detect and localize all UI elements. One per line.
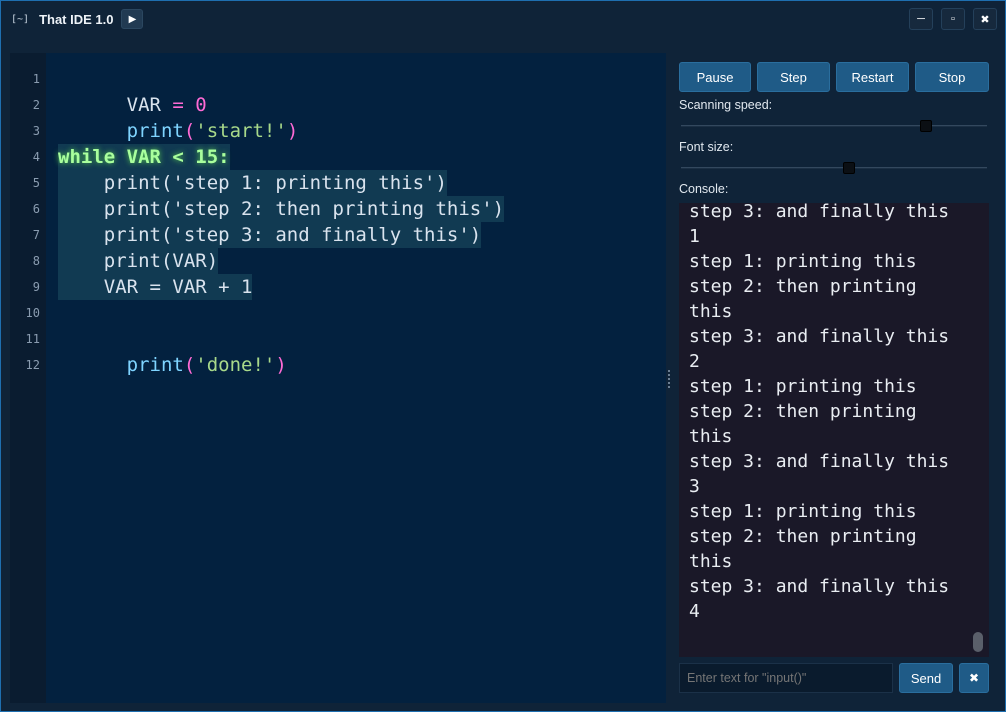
code-line-7: print('step 3: and finally this') xyxy=(58,222,482,248)
console-line: 1 xyxy=(689,226,700,247)
close-button[interactable]: ✖ xyxy=(973,8,997,30)
console-output[interactable]: step 3: and finally this 1 step 1: printin… xyxy=(679,203,989,657)
font-size-label: Font size: xyxy=(679,140,734,154)
play-icon: ▶ xyxy=(128,13,137,25)
step-button[interactable]: Step xyxy=(757,62,830,92)
font-size-slider[interactable] xyxy=(681,167,987,169)
line-number: 3 xyxy=(32,124,40,138)
stdin-input[interactable] xyxy=(679,663,893,693)
console-line: step 3: and finally this xyxy=(689,203,950,222)
code-line-5: print('step 1: printing this') xyxy=(58,170,447,196)
code-line-8: print(VAR) xyxy=(58,248,219,274)
line-number: 6 xyxy=(32,202,40,216)
line-number: 12 xyxy=(25,358,40,372)
code-line-6: print('step 2: then printing this') xyxy=(58,196,505,222)
console-line: this xyxy=(689,426,733,447)
restart-button[interactable]: Restart xyxy=(836,62,909,92)
maximize-button[interactable]: ▫ xyxy=(941,8,965,30)
scanning-speed-thumb[interactable] xyxy=(919,120,932,132)
line-number: 7 xyxy=(32,228,40,242)
console-line: 3 xyxy=(689,476,700,497)
console-scrollbar[interactable] xyxy=(973,632,983,652)
app-title: That IDE 1.0 xyxy=(39,11,114,27)
window-controls: ─ ▫ ✖ xyxy=(909,8,997,30)
console-label: Console: xyxy=(679,182,729,196)
console-line: step 3: and finally this xyxy=(689,576,950,597)
clear-input-button[interactable]: ✖ xyxy=(959,663,989,693)
code-token: ( xyxy=(183,354,196,376)
ide-window: [~] That IDE 1.0 ▶ ─ ▫ ✖ 1 2 3 4 5 6 7 8… xyxy=(0,0,1006,712)
console-lines: step 3: and finally this 1 step 1: printin… xyxy=(689,203,969,624)
code-line-9: VAR = VAR + 1 xyxy=(58,274,253,300)
console-line: step 1: printing this xyxy=(689,501,917,522)
font-size-thumb[interactable] xyxy=(843,162,856,174)
console-line: 2 xyxy=(689,351,700,372)
execution-controls: Pause Step Restart Stop xyxy=(679,62,989,92)
line-number: 1 xyxy=(32,72,40,86)
minimize-icon: ─ xyxy=(917,13,925,25)
line-number: 8 xyxy=(32,254,40,268)
console-line: step 2: then printing xyxy=(689,526,917,547)
run-button[interactable]: ▶ xyxy=(121,9,144,29)
code-token: print xyxy=(126,120,184,142)
console-line: step 2: then printing xyxy=(689,276,917,297)
line-number: 11 xyxy=(25,332,40,346)
stop-button[interactable]: Stop xyxy=(915,62,989,92)
code-token: ( xyxy=(183,120,196,142)
code-token: print xyxy=(126,354,184,376)
code-line-4-active: while VAR < 15: xyxy=(58,144,230,170)
console-line: this xyxy=(689,551,733,572)
close-icon: ✖ xyxy=(968,671,980,685)
panel-splitter-handle[interactable] xyxy=(668,370,670,388)
code-line-2: print('start!') xyxy=(58,92,299,142)
line-number: 10 xyxy=(25,306,40,320)
line-number: 2 xyxy=(32,98,40,112)
minimize-button[interactable]: ─ xyxy=(909,8,933,30)
line-number: 4 xyxy=(32,150,40,164)
code-string: 'done!' xyxy=(195,354,276,376)
code-line-1: VAR = 0 xyxy=(58,66,207,116)
control-panel: Pause Step Restart Stop xyxy=(679,62,989,92)
title-bar: [~] That IDE 1.0 ▶ ─ ▫ ✖ xyxy=(1,1,1005,37)
code-line-11: print('done!') xyxy=(58,326,287,376)
console-line: this xyxy=(689,301,733,322)
console-line: step 2: then printing xyxy=(689,401,917,422)
console-line: step 1: printing this xyxy=(689,251,917,272)
code-string: 'start!' xyxy=(195,120,287,142)
code-token: ) xyxy=(286,120,299,142)
scanning-speed-slider[interactable] xyxy=(681,125,987,127)
console-line: step 1: printing this xyxy=(689,376,917,397)
close-icon: ✖ xyxy=(980,13,990,26)
maximize-icon: ▫ xyxy=(951,13,955,25)
input-row: Send ✖ xyxy=(679,663,989,693)
code-editor[interactable]: 1 2 3 4 5 6 7 8 9 10 11 12 VAR = 0 print… xyxy=(10,53,666,703)
console-line: step 3: and finally this xyxy=(689,451,950,472)
scanning-speed-label: Scanning speed: xyxy=(679,98,773,112)
app-logo-icon: [~] xyxy=(11,13,30,25)
code-token: ) xyxy=(275,354,287,376)
line-number: 5 xyxy=(32,176,40,190)
send-button[interactable]: Send xyxy=(899,663,953,693)
console-line: step 3: and finally this xyxy=(689,326,950,347)
line-number: 9 xyxy=(32,280,40,294)
pause-button[interactable]: Pause xyxy=(679,62,751,92)
console-line: 4 xyxy=(689,601,700,622)
